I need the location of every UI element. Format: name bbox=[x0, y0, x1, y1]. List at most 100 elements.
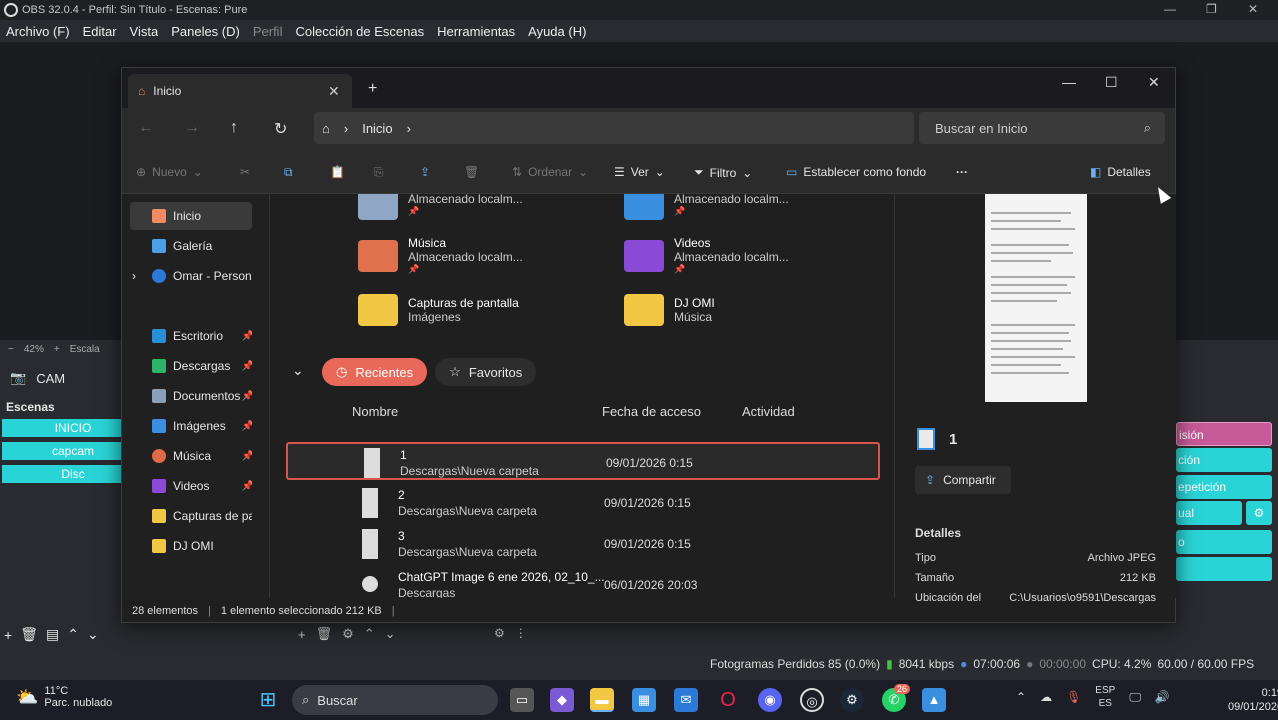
scene-filter-icon[interactable]: ▤ bbox=[46, 626, 59, 643]
file-row[interactable]: ChatGPT Image 6 ene 2026, 02_10_... Desca… bbox=[286, 566, 880, 598]
quick-access-item[interactable]: DJ OMI Música bbox=[624, 294, 715, 326]
address-bar[interactable]: ⌂ › Inicio › bbox=[314, 112, 914, 144]
set-background-button[interactable]: ▭ Establecer como fondo bbox=[786, 165, 926, 179]
breadcrumb-inicio[interactable]: Inicio bbox=[362, 121, 392, 136]
explorer-minimize-icon[interactable]: — bbox=[1062, 74, 1076, 90]
source-down-icon[interactable]: ⌄ bbox=[385, 626, 396, 642]
share-icon[interactable]: ⇪ bbox=[420, 165, 430, 179]
new-tab-icon[interactable]: + bbox=[368, 80, 377, 98]
column-name[interactable]: Nombre bbox=[352, 404, 398, 419]
explorer-close-icon[interactable]: ✕ bbox=[1148, 74, 1160, 91]
taskbar-search[interactable]: ⌕ Buscar bbox=[292, 685, 498, 715]
menu-perfil[interactable]: Perfil bbox=[253, 24, 283, 39]
nav-item-descargas[interactable]: Descargas 📌 bbox=[130, 352, 252, 380]
tab-inicio[interactable]: ⌂ Inicio ✕ bbox=[128, 74, 352, 108]
zoom-in-button[interactable]: + bbox=[54, 344, 60, 355]
zoom-out-button[interactable]: − bbox=[8, 344, 14, 355]
microphone-icon[interactable]: 🎙 bbox=[1066, 690, 1081, 704]
file-row[interactable]: 2 Descargas\Nueva carpeta 09/01/2026 0:15 bbox=[286, 484, 880, 522]
nav-item-escritorio[interactable]: Escritorio 📌 bbox=[130, 322, 252, 350]
clock[interactable]: 0:19 09/01/2026 bbox=[1228, 686, 1278, 714]
close-icon[interactable]: ✕ bbox=[1248, 2, 1258, 16]
delete-source-icon[interactable]: 🗑 bbox=[316, 626, 333, 642]
recent-chip[interactable]: ◷ Recientes bbox=[322, 358, 428, 386]
nav-item-musica[interactable]: Música 📌 bbox=[130, 442, 252, 470]
opera-icon[interactable]: O bbox=[716, 688, 740, 712]
control-button-6[interactable] bbox=[1176, 557, 1272, 581]
menu-editar[interactable]: Editar bbox=[83, 24, 117, 39]
volume-icon[interactable]: 🔊 bbox=[1155, 690, 1170, 704]
mixer-settings-icon[interactable]: ⚙ bbox=[494, 626, 505, 640]
menu-coleccion[interactable]: Colección de Escenas bbox=[295, 24, 424, 39]
refresh-icon[interactable]: ↻ bbox=[274, 119, 287, 139]
control-button-3[interactable]: epetición bbox=[1176, 475, 1272, 499]
file-row[interactable]: 3 Descargas\Nueva carpeta 09/01/2026 0:15 bbox=[286, 525, 880, 563]
control-button-5[interactable]: o bbox=[1176, 530, 1272, 554]
menu-vista[interactable]: Vista bbox=[130, 24, 159, 39]
network-icon[interactable]: 🖵 bbox=[1129, 690, 1141, 705]
paste-icon[interactable]: 📋 bbox=[330, 165, 345, 179]
outlook-icon[interactable]: ✉ bbox=[674, 688, 698, 712]
new-button[interactable]: ⊕ Nuevo ⌄ bbox=[136, 165, 203, 179]
start-icon[interactable]: ⊞ bbox=[256, 688, 280, 712]
nav-item-documentos[interactable]: Documentos 📌 bbox=[130, 382, 252, 410]
source-settings-icon[interactable]: ⚙ bbox=[342, 626, 354, 642]
cut-icon[interactable]: ✂ bbox=[240, 165, 250, 179]
copy-icon[interactable]: ⧉ bbox=[284, 165, 293, 180]
copilot-icon[interactable]: ◆ bbox=[550, 688, 574, 712]
control-button-4[interactable]: ual bbox=[1176, 501, 1242, 525]
column-activity[interactable]: Actividad bbox=[742, 404, 795, 419]
favorites-chip[interactable]: ☆ Favoritos bbox=[435, 358, 537, 386]
weather-widget[interactable]: ⛅ 11°C Parc. nublado bbox=[16, 685, 112, 709]
quick-access-item[interactable]: Videos Almacenado localm... 📌 bbox=[624, 236, 789, 275]
collapse-chevron-icon[interactable]: ⌄ bbox=[292, 362, 304, 379]
restore-icon[interactable]: ❐ bbox=[1206, 2, 1217, 16]
add-scene-icon[interactable]: + bbox=[4, 627, 12, 643]
file-explorer-icon[interactable]: ▬ bbox=[590, 688, 614, 712]
steam-icon[interactable]: ⚙ bbox=[840, 688, 864, 712]
expand-chevron-icon[interactable]: › bbox=[132, 269, 136, 283]
tab-close-icon[interactable]: ✕ bbox=[328, 83, 340, 100]
nav-item-onedrive[interactable]: › Omar - Persona bbox=[130, 262, 252, 290]
nav-item-imagenes[interactable]: Imágenes 📌 bbox=[130, 412, 252, 440]
rename-icon[interactable]: ⎘ bbox=[374, 165, 384, 180]
menu-ayuda[interactable]: Ayuda (H) bbox=[528, 24, 586, 39]
store-icon[interactable]: ▦ bbox=[632, 688, 656, 712]
share-button[interactable]: ⇪ Compartir bbox=[915, 466, 1011, 494]
photos-icon[interactable]: ▲ bbox=[922, 688, 946, 712]
delete-icon[interactable]: 🗑 bbox=[464, 165, 479, 179]
obs-taskbar-icon[interactable]: ◎ bbox=[800, 688, 824, 712]
quick-access-item[interactable]: Almacenado localm... 📌 bbox=[358, 194, 523, 220]
more-options-icon[interactable]: ··· bbox=[956, 165, 968, 179]
quick-access-item[interactable]: Capturas de pantalla Imágenes bbox=[358, 294, 519, 326]
forward-icon[interactable]: → bbox=[184, 119, 200, 137]
language-indicator[interactable]: ESP ES bbox=[1095, 684, 1115, 710]
control-settings-icon[interactable]: ⚙ bbox=[1246, 501, 1272, 525]
onedrive-icon[interactable]: ☁ bbox=[1040, 690, 1052, 704]
move-down-icon[interactable]: ⌄ bbox=[87, 626, 99, 643]
nav-item-inicio[interactable]: Inicio bbox=[130, 202, 252, 230]
task-view-icon[interactable]: ▭ bbox=[510, 688, 534, 712]
search-input[interactable]: Buscar en Inicio ⌕ bbox=[919, 112, 1165, 144]
nav-item-djomi[interactable]: DJ OMI bbox=[130, 532, 252, 560]
quick-access-item[interactable]: Almacenado localm... 📌 bbox=[624, 194, 789, 220]
minimize-icon[interactable]: — bbox=[1164, 2, 1176, 16]
add-source-icon[interactable]: + bbox=[298, 627, 306, 642]
view-button[interactable]: ☰ Ver ⌄ bbox=[614, 165, 665, 179]
control-button-1[interactable]: isión bbox=[1176, 422, 1272, 446]
menu-herramientas[interactable]: Herramientas bbox=[437, 24, 515, 39]
menu-archivo[interactable]: Archivo (F) bbox=[6, 24, 70, 39]
menu-paneles[interactable]: Paneles (D) bbox=[171, 24, 240, 39]
control-button-2[interactable]: ción bbox=[1176, 448, 1272, 472]
source-item[interactable]: 📷 CAM bbox=[10, 370, 65, 386]
explorer-maximize-icon[interactable]: ☐ bbox=[1105, 74, 1118, 91]
mixer-more-icon[interactable]: ⋮ bbox=[515, 626, 527, 640]
back-icon[interactable]: ← bbox=[138, 119, 154, 137]
discord-icon[interactable]: ◉ bbox=[758, 688, 782, 712]
column-date[interactable]: Fecha de acceso bbox=[602, 404, 701, 419]
sort-button[interactable]: ⇅ Ordenar ⌄ bbox=[512, 165, 588, 179]
nav-item-galeria[interactable]: Galería bbox=[130, 232, 252, 260]
nav-item-videos[interactable]: Videos 📌 bbox=[130, 472, 252, 500]
tray-chevron-icon[interactable]: ⌃ bbox=[1016, 690, 1026, 704]
quick-access-item[interactable]: Música Almacenado localm... 📌 bbox=[358, 236, 523, 275]
